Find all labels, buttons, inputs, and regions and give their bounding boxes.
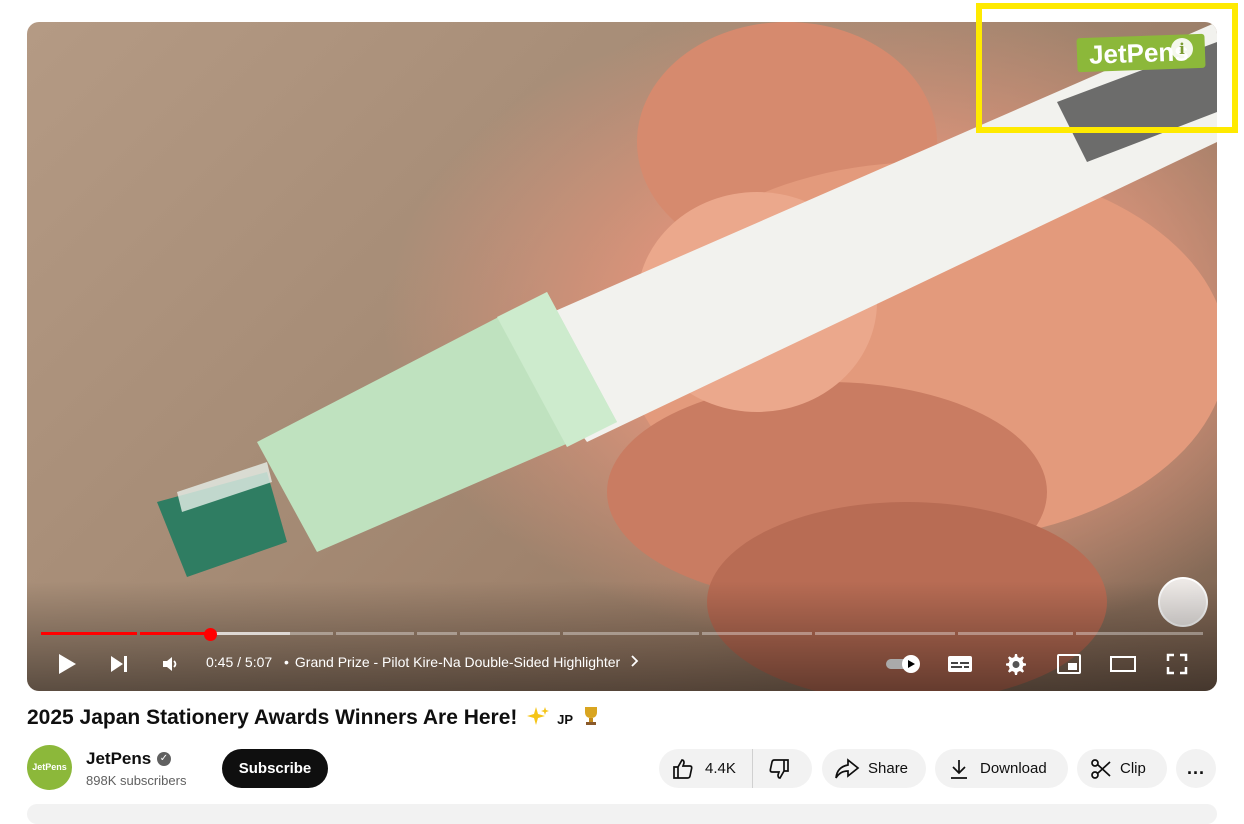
clip-label: Clip (1120, 760, 1146, 777)
thumbs-down-icon (769, 758, 789, 779)
time-display: 0:45 / 5:07 (206, 654, 273, 670)
video-title-text: 2025 Japan Stationery Awards Winners Are… (27, 706, 518, 729)
subtitles-button[interactable] (945, 644, 975, 684)
play-icon (59, 654, 76, 674)
gear-icon (1006, 654, 1026, 675)
thumbs-up-icon (673, 758, 693, 779)
scissors-icon (1091, 758, 1111, 779)
theater-icon (1110, 656, 1136, 672)
volume-button[interactable] (159, 644, 183, 684)
miniplayer-button[interactable] (1054, 644, 1084, 684)
theater-mode-button[interactable] (1108, 644, 1138, 684)
next-icon (111, 656, 127, 672)
description-box[interactable] (27, 804, 1217, 824)
player-controls: 0:45 / 5:07 • Grand Prize - Pilot Kire-Na… (27, 644, 1217, 684)
subscribe-button[interactable]: Subscribe (222, 749, 328, 788)
autoplay-icon (886, 655, 920, 673)
sparkles-icon (527, 707, 550, 725)
miniplayer-icon (1057, 654, 1081, 674)
dislike-button[interactable] (753, 749, 805, 788)
download-icon (951, 759, 967, 779)
chapter-title-text: Grand Prize - Pilot Kire-Na Double-Sided… (294, 654, 621, 670)
verified-check-icon: ✓ (157, 752, 171, 766)
like-button[interactable]: 4.4K (659, 749, 753, 788)
video-title: 2025 Japan Stationery Awards Winners Are… (27, 705, 601, 730)
chevron-right-icon (631, 655, 639, 667)
more-actions-button[interactable]: ... (1176, 749, 1216, 788)
share-button[interactable]: Share (822, 749, 926, 788)
highlight-annotation (976, 3, 1238, 133)
download-button[interactable]: Download (935, 749, 1068, 788)
progress-scrubber[interactable] (204, 628, 217, 641)
fullscreen-icon (1166, 653, 1188, 675)
subscriber-count: 898K subscribers (86, 773, 187, 788)
download-label: Download (980, 760, 1047, 777)
like-count: 4.4K (705, 760, 736, 777)
share-label: Share (868, 760, 909, 777)
play-button[interactable] (53, 644, 81, 684)
like-dislike-group: 4.4K (659, 749, 812, 788)
next-button[interactable] (107, 644, 131, 684)
subtitles-icon (948, 656, 972, 672)
autoplay-toggle[interactable] (883, 644, 923, 684)
trophy-icon (584, 707, 597, 725)
fullscreen-button[interactable] (1162, 644, 1192, 684)
channel-name[interactable]: JetPens (86, 749, 151, 769)
clip-button[interactable]: Clip (1077, 749, 1167, 788)
share-icon (835, 757, 860, 778)
jp-badge: JP (557, 712, 573, 727)
settings-button[interactable] (1000, 644, 1030, 684)
chapter-title[interactable]: • Grand Prize - Pilot Kire-Na Double-Side… (284, 654, 640, 670)
volume-icon (163, 657, 177, 671)
channel-avatar[interactable]: JetPens (27, 745, 72, 790)
